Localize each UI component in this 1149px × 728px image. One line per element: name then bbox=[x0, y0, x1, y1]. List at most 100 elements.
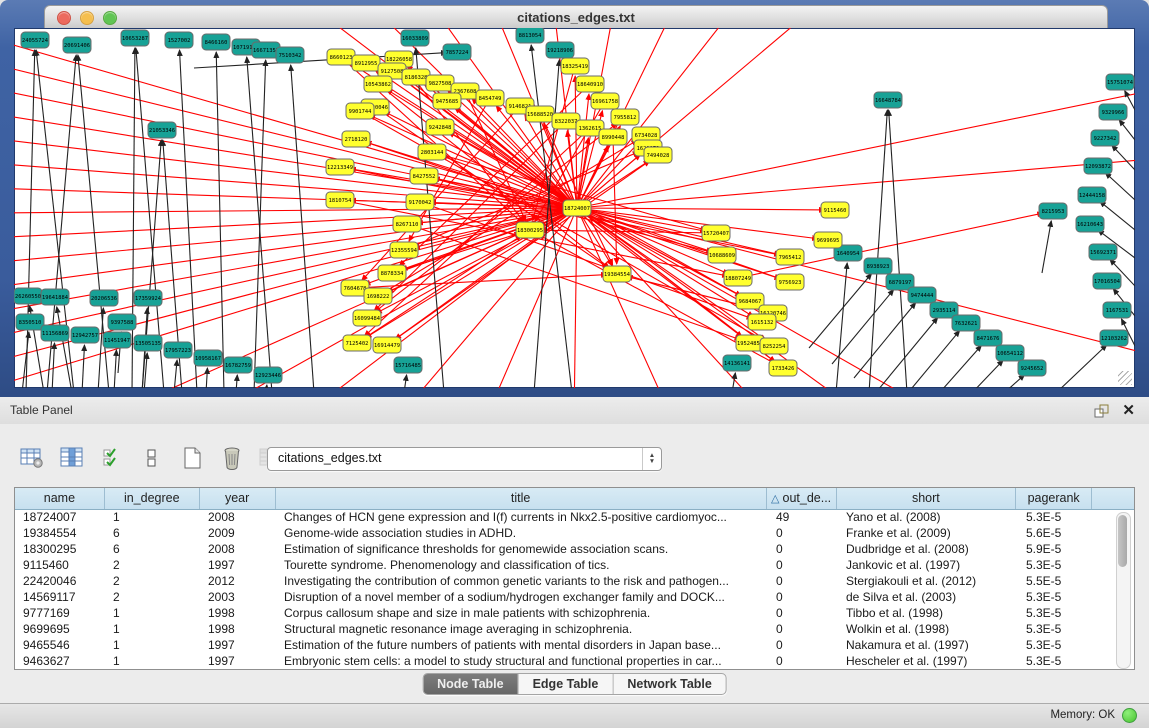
table-selector-dropdown[interactable]: citations_edges.txt ▲▼ bbox=[267, 447, 662, 471]
network-canvas[interactable]: 2405572420691406106532871527002846616010… bbox=[14, 28, 1135, 388]
graph-node[interactable]: 7857224 bbox=[443, 44, 471, 60]
graph-node[interactable]: 9901744 bbox=[346, 103, 374, 119]
select-columns-icon[interactable] bbox=[98, 444, 126, 472]
graph-node[interactable]: 1615132 bbox=[748, 314, 776, 330]
graph-node[interactable]: 12103262 bbox=[1100, 330, 1128, 346]
column-header-pagerank[interactable]: pagerank bbox=[1016, 488, 1092, 509]
graph-node[interactable]: 8267110 bbox=[393, 216, 421, 232]
graph-node[interactable]: 10653287 bbox=[121, 30, 149, 46]
tab-network-table[interactable]: Network Table bbox=[613, 674, 726, 694]
show-column-icon[interactable] bbox=[58, 444, 86, 472]
graph-node[interactable]: 9827508 bbox=[426, 75, 454, 91]
citation-edge-black[interactable] bbox=[878, 318, 938, 388]
citation-edge-black[interactable] bbox=[216, 52, 224, 388]
graph-node[interactable]: 7494028 bbox=[644, 147, 672, 163]
citation-edge-black[interactable] bbox=[854, 303, 916, 378]
graph-node[interactable]: 12093872 bbox=[1084, 158, 1112, 174]
graph-node[interactable]: 17359924 bbox=[134, 290, 162, 306]
table-row[interactable]: 1872400712008Changes of HCN gene express… bbox=[15, 509, 1134, 525]
table-row[interactable]: 946554611997Estimation of the future num… bbox=[15, 637, 1134, 653]
citation-edge-black[interactable] bbox=[1056, 345, 1107, 388]
graph-node[interactable]: 12942757 bbox=[71, 327, 99, 343]
graph-node[interactable]: 14136141 bbox=[723, 355, 751, 371]
graph-node[interactable]: 8427552 bbox=[410, 168, 438, 184]
tab-edge-table[interactable]: Edge Table bbox=[519, 674, 614, 694]
float-panel-icon[interactable] bbox=[1093, 403, 1109, 419]
citation-edge-black[interactable] bbox=[1100, 201, 1135, 230]
citation-edge-red[interactable] bbox=[574, 208, 577, 388]
graph-node[interactable]: 8938923 bbox=[864, 258, 892, 274]
graph-node[interactable]: 19218906 bbox=[546, 42, 574, 58]
citation-edge-black[interactable] bbox=[98, 308, 103, 388]
graph-node[interactable]: 8912955 bbox=[352, 55, 380, 71]
citation-edge-black[interactable] bbox=[974, 375, 1025, 388]
citation-edge-red[interactable] bbox=[577, 159, 1135, 208]
graph-node[interactable]: 1698222 bbox=[364, 288, 392, 304]
citation-edge-black[interactable] bbox=[1042, 221, 1051, 273]
graph-node[interactable]: 7955812 bbox=[611, 109, 639, 125]
citation-edge-red[interactable] bbox=[577, 208, 825, 210]
graph-node[interactable]: 24055724 bbox=[21, 32, 49, 48]
graph-node[interactable]: 12213349 bbox=[326, 159, 354, 175]
citation-edge-red[interactable] bbox=[103, 208, 577, 388]
graph-node[interactable]: 12444158 bbox=[1078, 187, 1106, 203]
graph-node[interactable]: 1733426 bbox=[769, 360, 797, 376]
new-table-icon[interactable] bbox=[178, 444, 206, 472]
graph-node[interactable]: 1527002 bbox=[165, 32, 193, 48]
graph-node[interactable]: 10958167 bbox=[194, 350, 222, 366]
graph-node[interactable]: 21053346 bbox=[148, 122, 176, 138]
graph-node[interactable]: 9397588 bbox=[108, 314, 136, 330]
graph-node[interactable]: 8471676 bbox=[974, 330, 1002, 346]
column-header-in_degree[interactable]: in_degree bbox=[105, 488, 200, 509]
close-panel-icon[interactable]: ✕ bbox=[1122, 401, 1135, 419]
citation-edge-black[interactable] bbox=[1105, 173, 1135, 200]
graph-node[interactable]: 11156869 bbox=[41, 325, 69, 341]
vertical-scrollbar[interactable] bbox=[1116, 512, 1131, 669]
citation-edge-black[interactable] bbox=[236, 375, 237, 388]
table-row[interactable]: 969969511998Structural magnetic resonanc… bbox=[15, 621, 1134, 637]
graph-node[interactable]: 19641884 bbox=[41, 289, 69, 305]
table-row[interactable]: 946362711997Embryonic stem cells: a mode… bbox=[15, 653, 1134, 669]
table-row[interactable]: 1938455462009Genome-wide association stu… bbox=[15, 525, 1134, 541]
graph-node[interactable]: 12923446 bbox=[254, 367, 282, 383]
citation-edge-black[interactable] bbox=[1112, 145, 1135, 170]
graph-node[interactable]: 11451947 bbox=[103, 332, 131, 348]
citation-edge-black[interactable] bbox=[82, 345, 84, 388]
graph-node[interactable]: 9329966 bbox=[1099, 104, 1127, 120]
scrollbar-thumb[interactable] bbox=[1118, 515, 1127, 567]
table-row[interactable]: 977716911998Corpus callosum shape and si… bbox=[15, 605, 1134, 621]
citation-edge-black[interactable] bbox=[950, 360, 1003, 388]
graph-node[interactable]: 8466160 bbox=[202, 34, 230, 50]
graph-node[interactable]: 19384554 bbox=[603, 266, 631, 282]
graph-node[interactable]: 26260550 bbox=[14, 288, 42, 304]
column-header-out_de...[interactable]: △out_de... bbox=[767, 488, 837, 509]
citation-edge-black[interactable] bbox=[889, 110, 907, 388]
graph-node[interactable]: 16033809 bbox=[401, 30, 429, 46]
table-row[interactable]: 1830029562008Estimation of significance … bbox=[15, 541, 1134, 557]
graph-node[interactable]: 16914479 bbox=[373, 337, 401, 353]
graph-node[interactable]: 16782759 bbox=[224, 357, 252, 373]
graph-node[interactable]: 15688520 bbox=[526, 106, 554, 122]
graph-node[interactable]: 9227342 bbox=[1091, 130, 1119, 146]
graph-node[interactable]: 15751074 bbox=[1106, 74, 1134, 90]
citation-edge-black[interactable] bbox=[1119, 120, 1135, 140]
graph-node[interactable]: 9170042 bbox=[406, 194, 434, 210]
citation-edge-black[interactable] bbox=[26, 50, 35, 388]
graph-node[interactable]: 17016504 bbox=[1093, 273, 1121, 289]
graph-node[interactable]: 20206536 bbox=[90, 290, 118, 306]
graph-node[interactable]: 8215953 bbox=[1039, 203, 1067, 219]
graph-node[interactable]: 16648784 bbox=[874, 92, 902, 108]
graph-node[interactable]: 7632621 bbox=[952, 315, 980, 331]
table-row[interactable]: 1456911722003Disruption of a novel membe… bbox=[15, 589, 1134, 605]
column-header-year[interactable]: year bbox=[200, 488, 276, 509]
citation-edge-black[interactable] bbox=[926, 345, 981, 388]
network-graph[interactable]: 2405572420691406106532871527002846616010… bbox=[14, 28, 1135, 388]
graph-node[interactable]: 18300295 bbox=[516, 222, 544, 238]
citation-edge-black[interactable] bbox=[836, 263, 847, 388]
graph-node[interactable]: 12355594 bbox=[390, 242, 418, 258]
graph-node[interactable]: 7125402 bbox=[343, 335, 371, 351]
graph-node[interactable]: 16210643 bbox=[1076, 216, 1104, 232]
graph-node[interactable]: 15716485 bbox=[394, 357, 422, 373]
graph-node[interactable]: 8252254 bbox=[760, 338, 788, 354]
graph-node[interactable]: 9474444 bbox=[908, 287, 936, 303]
